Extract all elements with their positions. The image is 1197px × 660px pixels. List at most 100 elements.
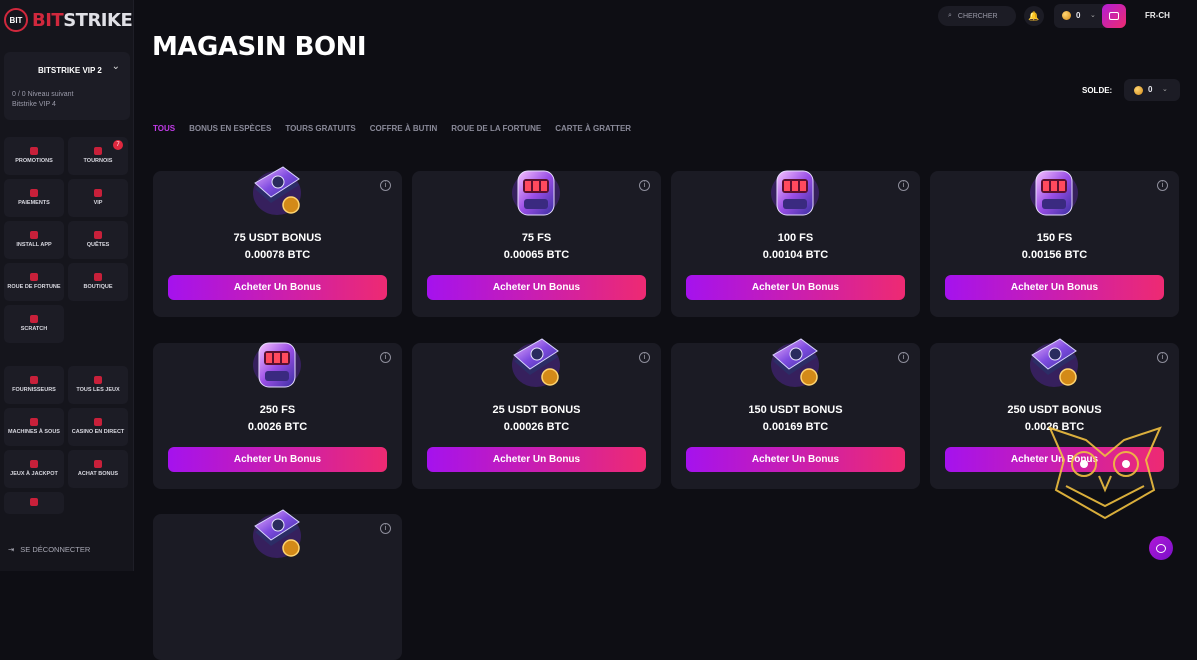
bonus-name: 250 USDT BONUS xyxy=(1007,404,1102,416)
slot-machine-icon xyxy=(245,331,309,395)
logo[interactable]: BIT BITSTRIKE xyxy=(4,8,133,32)
wallet-balance[interactable]: 0 ⌄ xyxy=(1054,4,1126,28)
solde-label: SOLDE: xyxy=(1082,86,1113,95)
sidebar-item-label: TOUS LES JEUX xyxy=(76,387,120,393)
info-icon[interactable]: i xyxy=(639,180,650,191)
tab-tours-gratuits[interactable]: TOURS GRATUITS xyxy=(285,124,355,133)
sidebar-item-roue-de-fortune[interactable]: ROUE DE FORTUNE xyxy=(4,263,64,301)
vip-progress: 0 / 0 Niveau suivant Bitstrike VIP 4 xyxy=(12,91,74,108)
chat-button[interactable] xyxy=(1149,536,1173,560)
info-icon[interactable]: i xyxy=(898,180,909,191)
search-icon: ⌕ xyxy=(948,12,952,19)
sidebar-item-achat-bonus[interactable]: ACHAT BONUS xyxy=(68,450,128,488)
scratch-icon xyxy=(30,315,38,323)
coin-icon xyxy=(1062,11,1071,20)
bonus-card[interactable]: i 150 FS 0.00156 BTC Acheter Un Bonus xyxy=(930,170,1179,317)
sidebar-item-machines-sous[interactable]: MACHINES À SOUS xyxy=(4,408,64,446)
bonus-card[interactable]: i 25 USDT BONUS 0.00026 BTC Acheter Un Bonu… xyxy=(412,338,661,489)
logo-text: BITSTRIKE xyxy=(32,9,133,31)
sidebar-item-label: INSTALL APP xyxy=(16,242,52,248)
bonus-price: 0.00156 BTC xyxy=(1021,249,1088,261)
sidebar-item-jeux-jackpot[interactable]: JEUX À JACKPOT xyxy=(4,450,64,488)
bonus-name: 75 USDT BONUS xyxy=(233,232,322,244)
bonus-card[interactable]: i 100 FS 0.00104 BTC Acheter Un Bonus xyxy=(671,170,920,317)
sidebar-item-telegram[interactable] xyxy=(4,492,64,514)
sidebar-item-label: CASINO EN DIRECT xyxy=(71,429,125,435)
wallet-button[interactable] xyxy=(1102,4,1126,28)
buy-bonus-button[interactable]: Acheter Un Bonus xyxy=(168,275,387,300)
bonus-card[interactable]: i 250 FS 0.0026 BTC Acheter Un Bonus xyxy=(153,342,402,489)
bonus-card[interactable]: i 75 USDT BONUS 0.00078 BTC Acheter Un Bonu… xyxy=(153,166,402,317)
sidebar-item-scratch[interactable]: SCRATCH xyxy=(4,305,64,343)
bonus-name: 100 FS xyxy=(777,232,814,244)
bonus-card[interactable]: i 150 USDT BONUS 0.00169 BTC Acheter Un Bon… xyxy=(671,338,920,489)
sidebar-item-label: PAIEMENTS xyxy=(18,200,50,206)
bonus-card[interactable]: i xyxy=(153,509,402,660)
wallet-icon xyxy=(30,189,38,197)
target-icon xyxy=(94,231,102,239)
info-icon[interactable]: i xyxy=(380,180,391,191)
bonus-name: 25 USDT BONUS xyxy=(492,404,581,416)
buy-bonus-button[interactable]: Acheter Un Bonus xyxy=(427,275,646,300)
logout-label: SE DÉCONNECTER xyxy=(20,545,91,554)
wallet-icon xyxy=(1109,12,1119,20)
download-icon xyxy=(30,231,38,239)
sidebar-item-casino-en-direct[interactable]: CASINO EN DIRECT xyxy=(68,408,128,446)
logout-icon: ⇥ xyxy=(8,545,15,554)
tab-carte-gratter[interactable]: CARTE À GRATTER xyxy=(555,124,631,133)
chat-icon xyxy=(1156,543,1166,553)
tab-bonus-en-esp-ces[interactable]: BONUS EN ESPÈCES xyxy=(189,124,271,133)
buy-bonus-button[interactable]: Acheter Un Bonus xyxy=(686,275,905,300)
sidebar-item-tous-les-jeux[interactable]: TOUS LES JEUX xyxy=(68,366,128,404)
bonus-price: 0.0026 BTC xyxy=(247,421,308,433)
cash-stack-icon xyxy=(245,159,309,223)
tag-icon xyxy=(94,273,102,281)
sidebar-item-label: SCRATCH xyxy=(20,326,48,332)
buy-bonus-button[interactable]: Acheter Un Bonus xyxy=(168,447,387,472)
buy-bonus-button[interactable]: Acheter Un Bonus xyxy=(427,447,646,472)
info-icon[interactable]: i xyxy=(380,523,391,534)
chevron-down-icon: ⌄ xyxy=(1162,86,1168,93)
sidebar-item-install-app[interactable]: INSTALL APP xyxy=(4,221,64,259)
cash-stack-icon xyxy=(763,331,827,395)
info-icon[interactable]: i xyxy=(639,352,650,363)
cherry-icon xyxy=(30,418,38,426)
chevron-down-icon[interactable]: ⌄ xyxy=(112,61,120,72)
wallet-value: 0 xyxy=(1076,11,1081,20)
vip-card[interactable]: BITSTRIKE VIP 2 ⌄ 0 / 0 Niveau suivant B… xyxy=(4,52,130,120)
live-icon xyxy=(94,418,102,426)
info-icon[interactable]: i xyxy=(380,352,391,363)
tab-coffre-butin[interactable]: COFFRE À BUTIN xyxy=(370,124,438,133)
buy-bonus-button[interactable]: Acheter Un Bonus xyxy=(945,275,1164,300)
sidebar-item-tournois[interactable]: TOURNOIS 7 xyxy=(68,137,128,175)
sidebar-item-vip[interactable]: VIP xyxy=(68,179,128,217)
gift-icon xyxy=(30,147,38,155)
sidebar-item-fournisseurs[interactable]: FOURNISSEURS xyxy=(4,366,64,404)
slot-machine-icon xyxy=(763,159,827,223)
search-input[interactable]: ⌕ CHERCHER xyxy=(938,6,1016,26)
logo-mark: BIT xyxy=(4,8,28,32)
bonus-card[interactable]: i 75 FS 0.00065 BTC Acheter Un Bonus xyxy=(412,170,661,317)
sidebar-item-label: MACHINES À SOUS xyxy=(8,429,60,435)
buy-bonus-button[interactable]: Acheter Un Bonus xyxy=(686,447,905,472)
solde-selector[interactable]: 0 ⌄ xyxy=(1124,79,1180,101)
info-icon[interactable]: i xyxy=(1157,180,1168,191)
sidebar-item-promotions[interactable]: PROMOTIONS xyxy=(4,137,64,175)
sidebar-item-label: TOURNOIS xyxy=(83,158,113,164)
tab-roue-de-la-fortune[interactable]: ROUE DE LA FORTUNE xyxy=(451,124,541,133)
sidebar-item-paiements[interactable]: PAIEMENTS xyxy=(4,179,64,217)
notification-badge: 7 xyxy=(113,140,123,150)
tab-tous[interactable]: TOUS xyxy=(153,124,175,133)
chevron-down-icon: ⌄ xyxy=(1090,12,1096,19)
sidebar-item-boutique[interactable]: BOUTIQUE xyxy=(68,263,128,301)
language-selector[interactable]: FR-CH xyxy=(1145,11,1170,20)
info-icon[interactable]: i xyxy=(1157,352,1168,363)
bonus-price: 0.00026 BTC xyxy=(503,421,570,433)
sidebar-item-qu-tes[interactable]: QUÊTES xyxy=(68,221,128,259)
info-icon[interactable]: i xyxy=(898,352,909,363)
bell-icon[interactable]: 🔔 xyxy=(1024,6,1044,26)
nav-group-games: FOURNISSEURS TOUS LES JEUX MACHINES À SOUS… xyxy=(4,366,130,514)
bonus-price: 0.00078 BTC xyxy=(244,249,311,261)
logout-button[interactable]: ⇥ SE DÉCONNECTER xyxy=(8,545,90,554)
category-tabs: TOUS BONUS EN ESPÈCES TOURS GRATUITS COFFRE… xyxy=(153,124,631,133)
